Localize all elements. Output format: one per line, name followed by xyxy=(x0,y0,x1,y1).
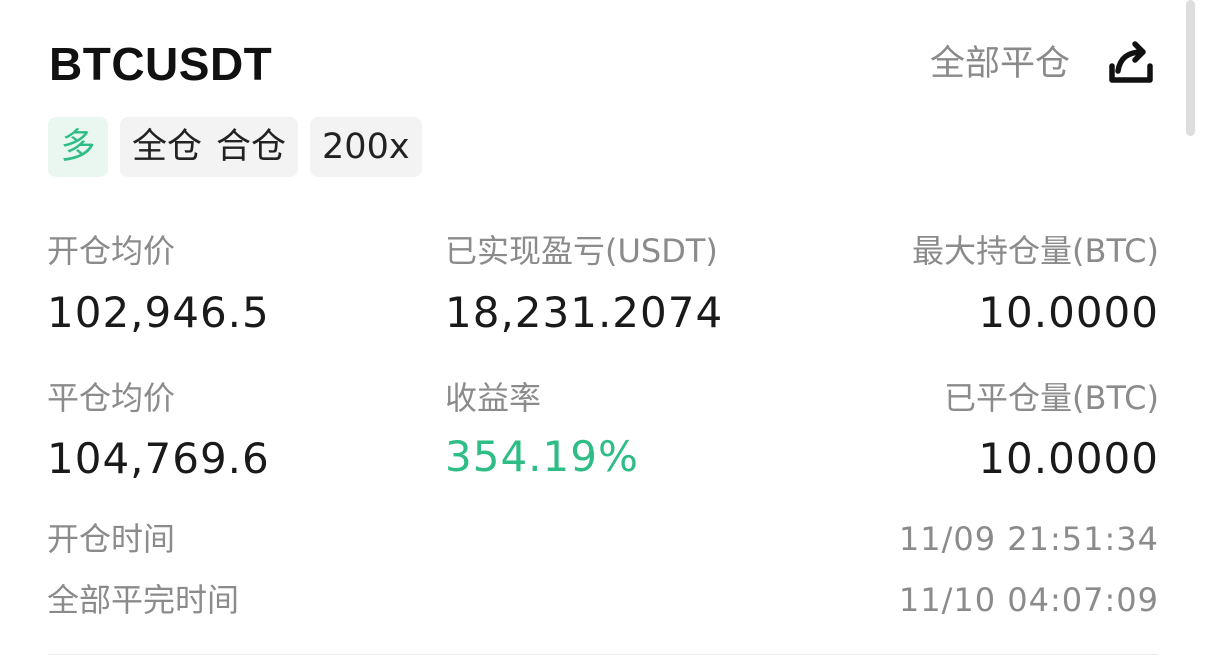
open-time-label: 开仓时间 xyxy=(47,520,176,558)
leverage-badge: 200x xyxy=(310,117,422,177)
closed-amount-value: 10.0000 xyxy=(978,434,1159,483)
close-time-label: 全部平完时间 xyxy=(47,581,240,619)
avg-close-price-value: 104,769.6 xyxy=(47,434,270,483)
max-position-value: 10.0000 xyxy=(978,288,1159,337)
avg-close-price-label: 平仓均价 xyxy=(47,379,176,417)
close-time-value: 11/10 04:07:09 xyxy=(898,581,1159,619)
share-icon[interactable] xyxy=(1104,40,1158,88)
open-time-value: 11/09 21:51:34 xyxy=(898,520,1159,558)
position-tags: 多 全仓 合仓 200x xyxy=(48,117,422,177)
symbol-title: BTCUSDT xyxy=(49,38,273,90)
divider xyxy=(48,654,1158,655)
roi-label: 收益率 xyxy=(445,379,542,417)
scrollbar[interactable] xyxy=(1186,0,1195,136)
side-badge: 多 xyxy=(48,117,108,177)
roi-value: 354.19% xyxy=(445,432,639,481)
margin-mode-label-1: 全仓 xyxy=(132,127,203,167)
max-position-label: 最大持仓量(BTC) xyxy=(912,232,1159,270)
margin-mode-badge: 全仓 合仓 xyxy=(120,117,299,177)
realized-pnl-value: 18,231.2074 xyxy=(445,288,724,337)
close-all-button[interactable]: 全部平仓 xyxy=(930,42,1070,86)
realized-pnl-label: 已实现盈亏(USDT) xyxy=(445,232,718,270)
closed-amount-label: 已平仓量(BTC) xyxy=(944,379,1159,417)
avg-open-price-label: 开仓均价 xyxy=(47,232,176,270)
margin-mode-label-2: 合仓 xyxy=(216,127,287,167)
avg-open-price-value: 102,946.5 xyxy=(47,288,270,337)
